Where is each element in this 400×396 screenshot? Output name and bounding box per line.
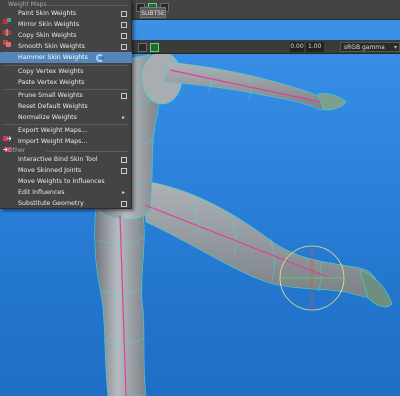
menu-item-prune-small-weights[interactable]: Prune Small Weights — [0, 90, 132, 101]
panel-button-active[interactable] — [150, 43, 159, 52]
menu-item-paint-skin-weights[interactable]: Paint Skin Weights — [0, 8, 132, 24]
exposure-field[interactable]: 0.00 — [290, 42, 304, 52]
menu-item-copy-skin-weights[interactable]: Copy Skin Weights — [0, 30, 132, 47]
menu-item-normalize-weights[interactable]: Normalize Weights ▸ — [0, 112, 132, 123]
menu-item-copy-vertex-weights[interactable]: Copy Vertex Weights — [0, 66, 132, 77]
viewport-toolbar: 0.00 1.00 sRGB gamma — [132, 40, 400, 54]
option-box-icon[interactable] — [121, 44, 127, 50]
menu-item-smooth-skin-weights[interactable]: Smooth Skin Weights — [0, 41, 132, 58]
paint-weights-icon — [3, 10, 11, 24]
submenu-arrow-icon: ▸ — [122, 189, 126, 196]
submenu-arrow-icon: ▸ — [122, 114, 126, 121]
skin-weights-menu: Weight Maps Paint Skin Weights Mirror Sk… — [0, 0, 132, 209]
option-box-icon[interactable] — [121, 201, 127, 207]
menu-item-move-weights-to-influences[interactable]: Move Weights to Influences — [0, 176, 132, 187]
colorspace-dropdown[interactable]: sRGB gamma — [340, 42, 400, 53]
option-box-icon[interactable] — [121, 33, 127, 39]
menu-item-edit-influences[interactable]: Edit Influences ▸ — [0, 187, 132, 198]
export-weights-icon — [3, 127, 12, 141]
menu-item-substitute-geometry[interactable]: Substitute Geometry — [0, 198, 132, 209]
menu-item-export-weight-maps[interactable]: Export Weight Maps... — [0, 125, 132, 141]
mirror-weights-icon — [3, 21, 11, 36]
busy-cursor-icon — [96, 54, 104, 62]
smooth-weights-icon — [3, 43, 11, 58]
menu-item-reset-default-weights[interactable]: Reset Default Weights — [0, 101, 132, 112]
import-weights-icon — [3, 138, 11, 152]
shelf-tab[interactable]: SUBTSE — [140, 7, 166, 18]
option-box-icon[interactable] — [121, 93, 127, 99]
copy-weights-icon — [3, 32, 11, 47]
option-box-icon[interactable] — [121, 11, 127, 17]
menu-item-paste-vertex-weights[interactable]: Paste Vertex Weights — [0, 77, 132, 88]
panel-button[interactable] — [138, 43, 147, 52]
menu-item-move-skinned-joints[interactable]: Move Skinned Joints — [0, 165, 132, 176]
menu-item-interactive-bind-skin-tool[interactable]: Interactive Bind Skin Tool — [0, 154, 132, 165]
menu-item-hammer-skin-weights[interactable]: Hammer Skin Weights — [0, 52, 132, 63]
menu-item-mirror-skin-weights[interactable]: Mirror Skin Weights — [0, 19, 132, 36]
option-box-icon[interactable] — [121, 22, 127, 28]
gamma-field[interactable]: 1.00 — [306, 42, 324, 52]
option-box-icon[interactable] — [121, 157, 127, 163]
option-box-icon[interactable] — [121, 168, 127, 174]
